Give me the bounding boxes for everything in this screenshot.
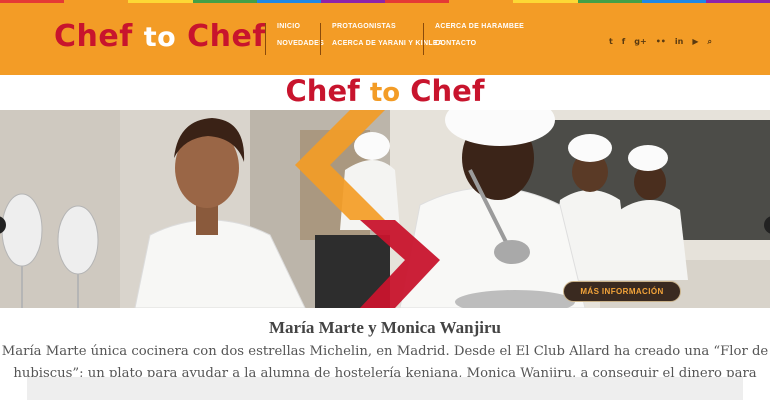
- banner-title: Chef to Chef: [0, 74, 770, 108]
- banner-word-to: to: [369, 78, 401, 108]
- banner-word-chef: Chef: [285, 74, 360, 108]
- site-header: Chef to Chef INICIO NOVEDADES PROTAGONIS…: [0, 3, 770, 75]
- twitter-icon[interactable]: t: [609, 37, 613, 46]
- logo-word-to: to: [143, 22, 177, 53]
- nav-item-novedades[interactable]: NOVEDADES: [277, 40, 324, 57]
- nav-column-1: INICIO NOVEDADES: [265, 23, 324, 55]
- nav-item-contacto[interactable]: CONTACTO: [435, 40, 524, 57]
- nav-column-3: ACERCA DE HARAMBEE CONTACTO: [423, 23, 524, 55]
- nav-item-harambee[interactable]: ACERCA DE HARAMBEE: [435, 23, 524, 40]
- google-plus-icon[interactable]: g+: [634, 37, 646, 46]
- flickr-icon[interactable]: ••: [656, 37, 666, 46]
- facebook-icon[interactable]: f: [622, 37, 625, 46]
- hero-photo: [0, 110, 770, 308]
- search-icon[interactable]: ⌕: [708, 37, 712, 46]
- hero-slider: [0, 110, 770, 308]
- content-panel: [27, 377, 743, 400]
- social-links: t f g+ •• in ▶ ⌕: [609, 37, 712, 46]
- article-headline: María Marte y Monica Wanjiru: [269, 318, 501, 337]
- youtube-icon[interactable]: ▶: [692, 37, 698, 46]
- linkedin-icon[interactable]: in: [675, 37, 683, 46]
- logo-word-chef: Chef: [54, 19, 133, 54]
- nav-item-inicio[interactable]: INICIO: [277, 23, 324, 40]
- logo-word-chef-2: Chef: [187, 19, 266, 54]
- banner-word-chef-2: Chef: [410, 74, 485, 108]
- site-logo[interactable]: Chef to Chef: [54, 19, 266, 54]
- more-info-button[interactable]: MÁS INFORMACIÓN: [563, 281, 681, 302]
